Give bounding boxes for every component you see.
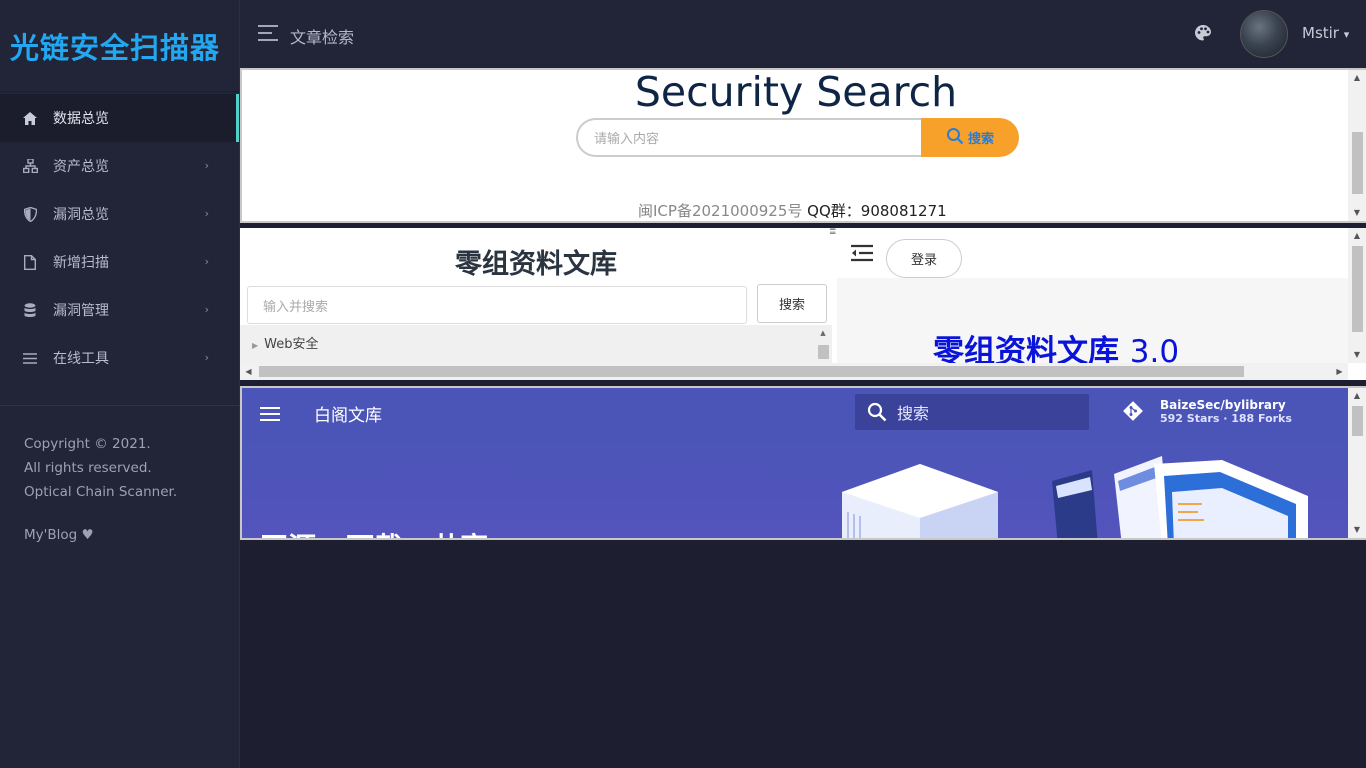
- server-illustration-icon: [842, 464, 998, 538]
- sidebar-item-new-scan[interactable]: 新增扫描 ›: [0, 238, 239, 286]
- sidebar-item-label: 资产总览: [53, 159, 109, 175]
- sidebar-item-assets[interactable]: 资产总览 ›: [0, 142, 239, 190]
- sidebar: 光链安全扫描器 数据总览 资产总览 › 漏洞总览 › 新增扫描 › 漏洞管理 ›…: [0, 0, 240, 768]
- scrollbar-thumb[interactable]: [818, 345, 829, 359]
- copyright-line: Copyright © 2021.: [24, 436, 151, 452]
- lingzu-search-input[interactable]: 输入并搜索: [247, 286, 747, 324]
- scroll-left-arrow-icon[interactable]: ◀: [240, 363, 257, 380]
- scrollbar-vertical[interactable]: ▲ ▼: [1348, 388, 1366, 538]
- qq-group: QQ群：908081271: [807, 202, 947, 220]
- baige-title[interactable]: 白阁文库: [314, 401, 382, 426]
- sidebar-item-label: 在线工具: [53, 351, 109, 367]
- repo-link[interactable]: BaizeSec/bylibrary 592 Stars · 188 Forks: [1160, 398, 1292, 426]
- search-button-label: 搜索: [967, 132, 994, 147]
- blog-link[interactable]: My'Blog ♥: [24, 527, 94, 543]
- scroll-up-arrow-icon[interactable]: ▲: [816, 329, 830, 337]
- sidebar-item-data-overview[interactable]: 数据总览: [0, 94, 239, 142]
- scrollbar-vertical[interactable]: ▲ ▼: [1348, 228, 1366, 363]
- scrollbar-thumb[interactable]: [1352, 406, 1363, 436]
- security-search-frame: Security Search 请输入内容 搜索 闽ICP备2021000925…: [240, 68, 1366, 223]
- sidebar-item-vuln-management[interactable]: 漏洞管理 ›: [0, 286, 239, 334]
- menu-toggle-icon[interactable]: [258, 25, 278, 45]
- scroll-up-arrow-icon[interactable]: ▲: [1348, 388, 1366, 404]
- caret-right-icon: ▶: [252, 341, 259, 350]
- hamburger-menu-icon[interactable]: [260, 406, 280, 425]
- scrollbar-thumb[interactable]: [259, 366, 1244, 377]
- baige-hero-text: 开源 · 下载 · 共享: [260, 526, 488, 538]
- chevron-right-icon: ›: [204, 207, 209, 220]
- lingzu-search-button[interactable]: 搜索: [757, 284, 827, 323]
- username[interactable]: Mstir ▾: [1302, 24, 1349, 42]
- security-search-button[interactable]: 搜索: [921, 118, 1019, 157]
- shield-icon: [22, 206, 38, 222]
- file-icon: [22, 254, 38, 270]
- avatar[interactable]: [1240, 10, 1288, 58]
- sidebar-divider: [0, 405, 240, 406]
- sidebar-item-label: 数据总览: [53, 111, 109, 127]
- baige-header: 白阁文库 搜索 BaizeSec/bylibrary 592 Stars · 1…: [242, 388, 1348, 438]
- scroll-up-arrow-icon[interactable]: ▲: [1348, 70, 1366, 86]
- lingzu-tree: ▶ Web安全 ▲: [240, 325, 832, 365]
- caret-down-icon: ▾: [1343, 28, 1350, 41]
- search-icon: [867, 402, 887, 426]
- scroll-down-arrow-icon[interactable]: ▼: [1348, 347, 1366, 363]
- scroll-right-arrow-icon[interactable]: ▶: [1331, 363, 1348, 380]
- sitemap-icon: [22, 158, 38, 174]
- page-title: 文章检索: [290, 28, 355, 47]
- security-search-input[interactable]: 请输入内容: [576, 118, 922, 157]
- home-icon: [22, 110, 38, 126]
- chevron-right-icon: ›: [204, 159, 209, 172]
- scrollbar-thumb[interactable]: [1352, 246, 1363, 332]
- lingzu-right-pane: 登录 零组资料文库 3.0: [837, 228, 1348, 370]
- login-button[interactable]: 登录: [886, 239, 962, 278]
- baige-hero: 开源 · 下载 · 共享: [242, 438, 1348, 538]
- rights-line: All rights reserved.: [24, 460, 152, 476]
- scroll-up-arrow-icon[interactable]: ▲: [1348, 228, 1366, 244]
- sidebar-item-vulns[interactable]: 漏洞总览 ›: [0, 190, 239, 238]
- icp-footer: 闽ICP备2021000925号 QQ群：908081271: [638, 200, 947, 221]
- sidebar-item-online-tools[interactable]: 在线工具 ›: [0, 334, 239, 382]
- baige-search-placeholder: 搜索: [897, 404, 930, 423]
- chevron-right-icon: ›: [204, 255, 209, 268]
- lingzu-title: 零组资料文库: [455, 249, 617, 280]
- scrollbar-vertical[interactable]: ▲ ▼: [1348, 70, 1366, 221]
- sidebar-item-label: 漏洞总览: [53, 207, 109, 223]
- icp-number[interactable]: 闽ICP备2021000925号: [638, 202, 802, 220]
- scroll-down-arrow-icon[interactable]: ▼: [1348, 205, 1366, 221]
- username-text: Mstir: [1302, 24, 1339, 42]
- git-icon[interactable]: [1122, 400, 1144, 426]
- lingzu-right-toolbar: 登录: [837, 228, 1348, 278]
- baige-search-input[interactable]: 搜索: [855, 394, 1089, 430]
- sidebar-item-label: 漏洞管理: [53, 303, 109, 319]
- scroll-down-arrow-icon[interactable]: ▼: [1348, 522, 1366, 538]
- sidebar-copyright: Copyright © 2021. All rights reserved. O…: [24, 432, 177, 504]
- database-icon: [22, 302, 38, 318]
- lingzu-library-frame: 零组资料文库 输入并搜索 搜索 ▶ Web安全 ▲ ═ ═ 登录 零组资料文库 3.…: [240, 228, 1366, 380]
- palette-icon[interactable]: [1194, 24, 1212, 46]
- chevron-right-icon: ›: [204, 351, 209, 364]
- tree-item-web-security[interactable]: ▶ Web安全: [252, 333, 319, 352]
- list-icon: [22, 350, 38, 366]
- app-logo[interactable]: 光链安全扫描器: [0, 0, 239, 92]
- repo-stats: 592 Stars · 188 Forks: [1160, 412, 1292, 425]
- scrollbar-horizontal[interactable]: ◀ ▶: [240, 363, 1348, 380]
- baige-library-frame: 白阁文库 搜索 BaizeSec/bylibrary 592 Stars · 1…: [240, 386, 1366, 540]
- top-bar: 文章检索 Mstir ▾: [240, 0, 1366, 68]
- sidebar-nav: 数据总览 资产总览 › 漏洞总览 › 新增扫描 › 漏洞管理 › 在线工具 ›: [0, 94, 239, 382]
- tree-item-label: Web安全: [264, 337, 319, 352]
- menu-collapse-icon[interactable]: [851, 244, 873, 266]
- search-icon: [946, 127, 964, 149]
- repo-name: BaizeSec/bylibrary: [1160, 398, 1286, 412]
- chevron-right-icon: ›: [204, 303, 209, 316]
- lingzu-left-pane: 零组资料文库 输入并搜索 搜索 ▶ Web安全 ▲: [240, 228, 832, 365]
- product-line: Optical Chain Scanner.: [24, 484, 178, 500]
- tree-scrollbar[interactable]: ▲: [816, 329, 830, 363]
- scrollbar-thumb[interactable]: [1352, 132, 1363, 194]
- devices-illustration-icon: [1052, 456, 1308, 538]
- sidebar-item-label: 新增扫描: [53, 255, 109, 271]
- security-search-title: Security Search: [634, 68, 958, 116]
